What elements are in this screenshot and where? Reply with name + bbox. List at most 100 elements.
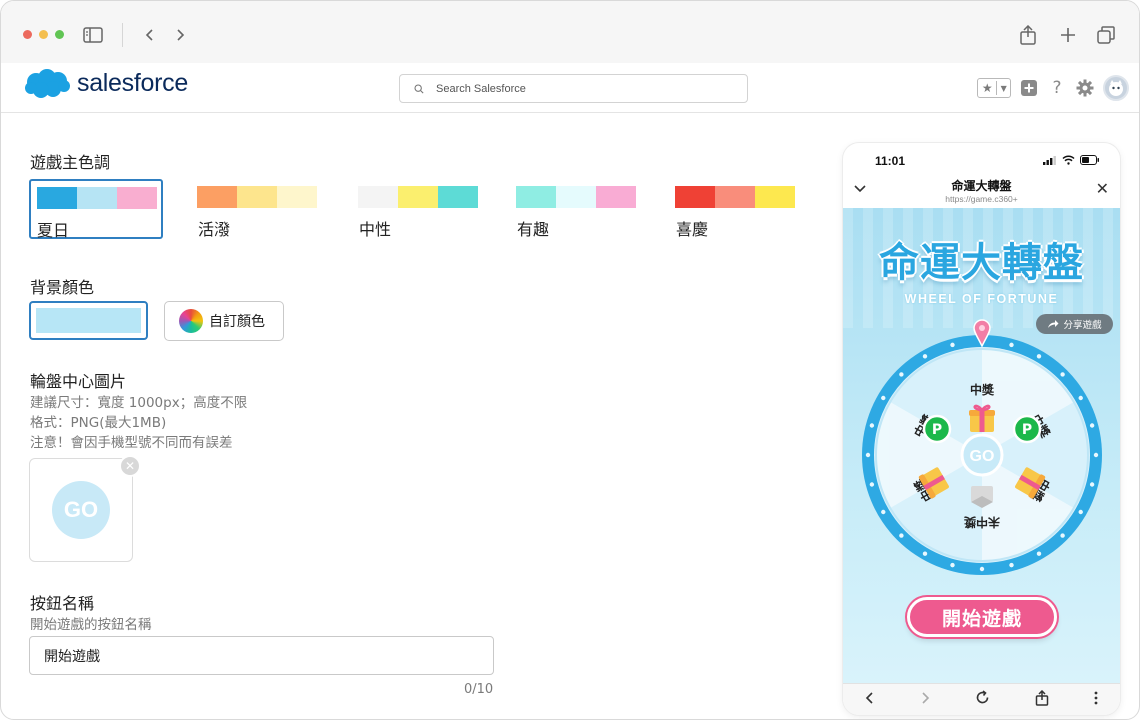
color-wheel-icon: [179, 309, 203, 333]
share-icon[interactable]: [1016, 23, 1040, 47]
theme-label: 活潑: [198, 220, 231, 239]
svg-text:P: P: [1022, 422, 1032, 438]
button-name-hint: 開始遊戲的按鈕名稱: [30, 617, 152, 633]
share-arrow-icon: [1048, 320, 1059, 328]
rim-light: [1060, 372, 1065, 377]
rim-light: [1060, 533, 1065, 538]
bg-color-section-title: 背景顏色: [30, 278, 95, 297]
close-window-dot[interactable]: [23, 30, 32, 39]
search-icon: [414, 83, 424, 94]
global-create-icon[interactable]: [1019, 75, 1039, 101]
help-icon[interactable]: ?: [1047, 75, 1067, 101]
settings-gear-icon[interactable]: [1075, 75, 1095, 101]
color-swatch: [596, 186, 636, 208]
star-icon: ★: [978, 81, 998, 95]
app-header: salesforce Search Salesforce ★ ▼ ?: [1, 63, 1139, 113]
center-image-upload[interactable]: GO: [29, 458, 133, 562]
rim-light: [1089, 423, 1095, 428]
rim-light: [922, 354, 928, 359]
tab-overview-icon[interactable]: [1094, 23, 1118, 47]
rim-light: [881, 395, 886, 401]
more-options-icon[interactable]: [1094, 691, 1098, 709]
bg-color-preview: [36, 308, 141, 333]
bg-color-selected[interactable]: [29, 301, 148, 340]
remove-image-close-icon[interactable]: ✕: [119, 455, 141, 477]
rim-light: [950, 562, 955, 568]
theme-color-bar: [358, 186, 478, 208]
rim-light: [1078, 395, 1083, 401]
color-swatch: [358, 186, 398, 208]
center-image-section-title: 輪盤中心圖片: [30, 372, 127, 391]
char-counter: 0/10: [464, 682, 494, 697]
search-input[interactable]: Search Salesforce: [436, 83, 526, 95]
center-image-hint: 格式：PNG(最大1MB): [30, 415, 167, 431]
theme-option-festive[interactable]: 喜慶: [675, 178, 809, 239]
rim-light: [869, 423, 875, 428]
custom-color-button[interactable]: 自訂顏色: [164, 301, 284, 341]
reload-icon[interactable]: [975, 690, 990, 709]
back-icon[interactable]: [138, 23, 162, 47]
global-search[interactable]: Search Salesforce: [399, 74, 748, 103]
theme-option-fun[interactable]: 有趣: [516, 178, 650, 239]
theme-section-title: 遊戲主色調: [30, 153, 111, 172]
theme-option-neutral[interactable]: 中性: [358, 178, 492, 239]
browser-toolbar: [1, 1, 1139, 63]
phone-page-title: 命運大轉盤: [951, 179, 1012, 193]
rim-light: [899, 533, 904, 538]
rim-light: [1078, 509, 1083, 515]
prize-wheel[interactable]: 中獎 中獎 中獎 未中獎 中獎 中獎: [861, 334, 1103, 576]
custom-color-label: 自訂顏色: [209, 314, 265, 330]
salesforce-logo[interactable]: salesforce: [23, 67, 188, 99]
cloud-logo-icon: [25, 69, 70, 98]
point-badge-icon: P: [1012, 414, 1042, 444]
sidebar-toggle-icon[interactable]: [81, 23, 105, 47]
theme-option-lively[interactable]: 活潑: [197, 178, 331, 239]
color-swatch: [237, 186, 277, 208]
color-swatch: [755, 186, 795, 208]
wifi-icon: [1062, 155, 1075, 165]
rim-light: [1036, 354, 1042, 359]
game-subtitle: WHEEL OF FORTUNE: [904, 292, 1059, 306]
color-swatch: [277, 186, 317, 208]
button-name-section-title: 按鈕名稱: [30, 594, 95, 613]
theme-label: 夏日: [37, 221, 70, 240]
color-swatch: [438, 186, 478, 208]
theme-label: 中性: [359, 220, 392, 239]
favorites-button[interactable]: ★ ▼: [977, 78, 1011, 98]
status-time: 11:01: [875, 154, 906, 168]
forward-icon[interactable]: [920, 691, 930, 709]
user-avatar[interactable]: [1103, 75, 1129, 101]
share-game-button[interactable]: 分享遊戲: [1036, 314, 1113, 334]
svg-text:P: P: [932, 422, 942, 438]
back-icon[interactable]: [865, 691, 875, 709]
mobile-preview: 11:01 命運大轉盤 https://game.c360+ ✕ 命運大轉盤 W…: [843, 143, 1120, 715]
status-icons: [1043, 155, 1100, 165]
header-utilities: ★ ▼ ?: [977, 75, 1129, 101]
theme-option-summer[interactable]: 夏日: [29, 179, 163, 240]
share-icon[interactable]: [1035, 689, 1049, 710]
zoom-window-dot[interactable]: [55, 30, 64, 39]
rim-light: [899, 372, 904, 377]
color-swatch: [77, 187, 117, 209]
button-name-input[interactable]: [29, 636, 494, 675]
minimize-window-dot[interactable]: [39, 30, 48, 39]
color-swatch: [516, 186, 556, 208]
rim-light: [979, 566, 985, 572]
share-game-label: 分享遊戲: [1063, 320, 1102, 331]
wheel-segment-label: 中獎: [970, 382, 995, 397]
signal-icon: [1043, 155, 1056, 165]
browser-window: salesforce Search Salesforce ★ ▼ ? 遊戲主色調: [0, 0, 1140, 720]
center-image-hint: 建議尺寸：寬度 1000px；高度不限: [30, 395, 248, 411]
caret-down-icon: ▼: [1000, 83, 1007, 93]
wheel-center-go: GO: [970, 448, 995, 465]
game-screen: 命運大轉盤 WHEEL OF FORTUNE 分享遊戲 中獎 中獎 未中獎 中獎…: [843, 208, 1120, 683]
theme-label: 喜慶: [676, 220, 709, 239]
phone-page-url: https://game.c360+: [945, 194, 1018, 204]
start-game-button[interactable]: 開始遊戲: [907, 597, 1057, 637]
rim-light: [1009, 342, 1014, 348]
wheel-pointer-icon: [973, 319, 991, 347]
close-icon[interactable]: ✕: [1096, 179, 1109, 198]
new-tab-icon[interactable]: [1056, 23, 1080, 47]
forward-icon[interactable]: [168, 23, 192, 47]
phone-status-bar: 11:01: [843, 143, 1120, 177]
